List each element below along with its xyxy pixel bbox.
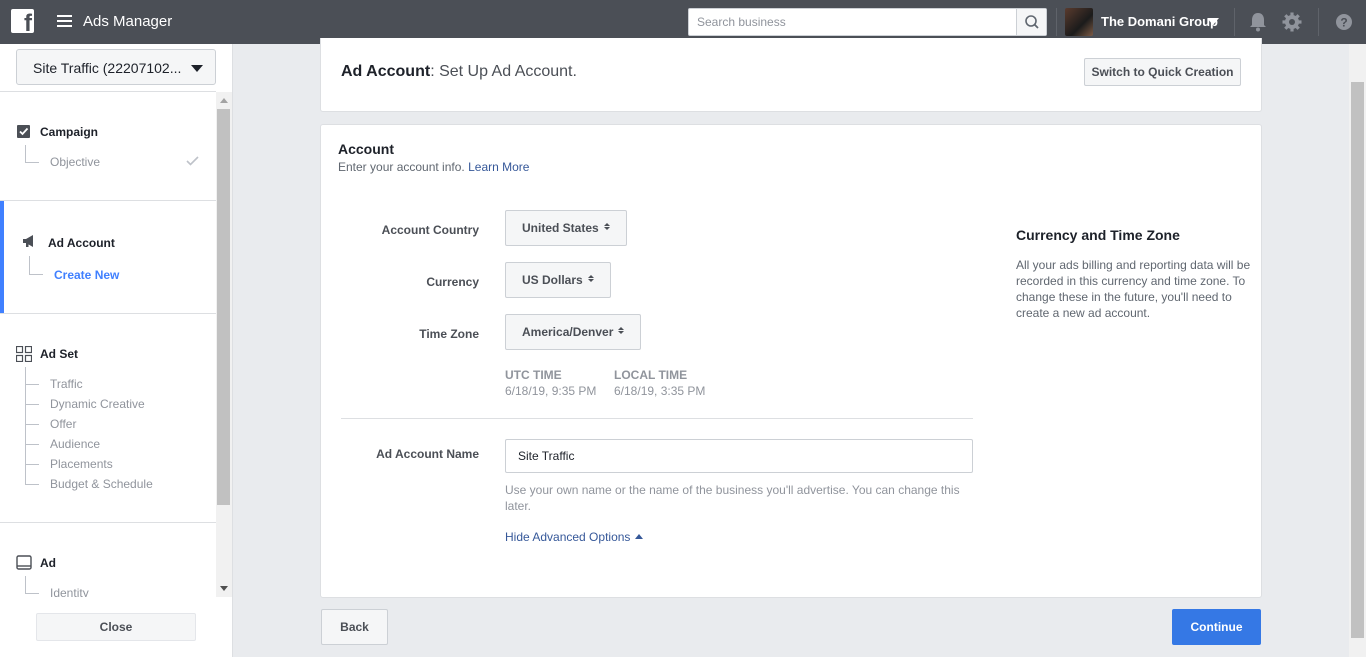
sidebar-item-placements[interactable]: Placements (50, 457, 113, 471)
gear-icon[interactable] (1281, 11, 1303, 33)
sidebar-section-campaign[interactable]: Campaign (40, 125, 98, 139)
business-avatar[interactable] (1065, 8, 1093, 36)
ad-account-name-input[interactable] (505, 439, 973, 473)
sidebar-item-create-new[interactable]: Create New (54, 268, 119, 282)
sidebar-divider (0, 522, 216, 523)
campaign-select[interactable]: Site Traffic (22207102... (16, 49, 216, 85)
active-indicator (0, 201, 4, 313)
account-country-label: Account Country (381, 223, 479, 237)
tree-line (25, 484, 39, 485)
topbar-divider (1056, 8, 1057, 36)
time-zone-select[interactable]: America/Denver (505, 314, 642, 350)
local-time-value: 6/18/19, 3:35 PM (614, 384, 706, 398)
checkmark-icon (186, 156, 199, 166)
sidebar: Site Traffic (22207102... Campaign Objec… (0, 44, 233, 657)
search-box (688, 8, 1047, 36)
notifications-bell-icon[interactable] (1247, 11, 1269, 33)
megaphone-icon (23, 235, 33, 247)
checkbox-icon (17, 125, 30, 138)
back-button[interactable]: Back (321, 609, 388, 645)
tree-line (25, 464, 39, 465)
learn-more-link[interactable]: Learn More (468, 160, 529, 174)
search-icon (1025, 15, 1039, 29)
continue-button[interactable]: Continue (1172, 609, 1261, 645)
tree-line (25, 404, 39, 405)
sidebar-section-ad-account[interactable]: Ad Account (48, 236, 115, 250)
sort-arrows-icon (587, 275, 594, 283)
section-title: Account (338, 141, 394, 157)
topbar-divider (1318, 8, 1319, 36)
tree-line (29, 274, 43, 275)
business-name[interactable]: The Domani Group (1101, 14, 1218, 29)
page-title: Ad Account: Set Up Ad Account. (341, 63, 577, 81)
search-button[interactable] (1016, 9, 1046, 35)
page-title-section: Ad Account (341, 63, 431, 80)
account-card: Account Enter your account info. Learn M… (320, 124, 1262, 598)
topbar-divider (1234, 8, 1235, 36)
info-title: Currency and Time Zone (1016, 227, 1180, 243)
section-subtitle: Enter your account info. Learn More (338, 160, 529, 174)
sidebar-section-ad[interactable]: Ad (40, 556, 56, 570)
hamburger-menu-icon[interactable] (57, 15, 72, 27)
sidebar-item-offer[interactable]: Offer (50, 417, 76, 431)
close-button[interactable]: Close (36, 613, 196, 641)
sidebar-section-ad-set[interactable]: Ad Set (40, 347, 78, 361)
page-scrollbar-thumb[interactable] (1351, 82, 1364, 638)
local-time-label: LOCAL TIME (614, 368, 688, 382)
tree-line (25, 444, 39, 445)
utc-time-value: 6/18/19, 9:35 PM (505, 384, 597, 398)
tree-line (25, 384, 39, 385)
sidebar-item-traffic[interactable]: Traffic (50, 377, 83, 391)
sidebar-item-identity[interactable]: Identity (50, 586, 89, 597)
facebook-logo-icon[interactable]: f (11, 9, 34, 36)
svg-text:?: ? (1340, 16, 1347, 30)
info-text: All your ads billing and reporting data … (1016, 258, 1251, 320)
page-title-description: : Set Up Ad Account. (430, 63, 577, 80)
utc-time-label: UTC TIME (505, 368, 562, 382)
sidebar-scrollbar-thumb[interactable] (217, 109, 230, 505)
account-country-value: United States (522, 221, 599, 235)
tree-line (25, 162, 39, 163)
header-card: Ad Account: Set Up Ad Account. Switch to… (320, 38, 1262, 112)
sidebar-item-audience[interactable]: Audience (50, 437, 100, 451)
sidebar-item-dynamic-creative[interactable]: Dynamic Creative (50, 397, 145, 411)
ad-account-name-label: Ad Account Name (376, 447, 479, 461)
switch-to-quick-creation-button[interactable]: Switch to Quick Creation (1084, 58, 1241, 86)
sidebar-item-budget-schedule[interactable]: Budget & Schedule (50, 477, 153, 491)
app-title[interactable]: Ads Manager (83, 13, 172, 30)
ad-account-name-help: Use your own name or the name of the bus… (505, 483, 960, 513)
section-subtitle-text: Enter your account info. (338, 160, 465, 174)
chevron-down-icon (191, 65, 203, 72)
time-zone-label: Time Zone (419, 327, 479, 341)
sidebar-nav: Campaign Objective Ad Account Create New… (0, 92, 216, 597)
tree-line (25, 576, 26, 593)
tree-line (25, 424, 39, 425)
currency-select[interactable]: US Dollars (505, 262, 611, 298)
tree-line (25, 145, 26, 162)
sort-arrows-icon (603, 223, 610, 231)
scroll-down-arrow-icon[interactable] (220, 586, 228, 591)
tree-line (29, 256, 30, 274)
currency-value: US Dollars (522, 273, 583, 287)
time-zone-value: America/Denver (522, 325, 614, 339)
hide-advanced-options-link[interactable]: Hide Advanced Options (505, 530, 644, 544)
campaign-select-value: Site Traffic (22207102... (33, 60, 182, 76)
help-icon[interactable]: ? (1333, 11, 1355, 33)
scroll-up-arrow-icon[interactable] (220, 98, 228, 103)
chevron-down-icon[interactable] (1207, 18, 1219, 25)
caret-up-icon (635, 534, 644, 539)
ad-frame-icon (16, 555, 32, 570)
section-divider (341, 418, 973, 419)
sidebar-item-objective[interactable]: Objective (50, 155, 100, 169)
sidebar-divider (0, 313, 216, 314)
hide-advanced-options-label: Hide Advanced Options (505, 530, 631, 544)
sidebar-divider (0, 200, 216, 201)
currency-label: Currency (426, 275, 479, 289)
account-country-select[interactable]: United States (505, 210, 627, 246)
tree-line (25, 593, 39, 594)
search-input[interactable] (689, 9, 1017, 35)
sort-arrows-icon (618, 327, 625, 335)
grid-icon (16, 346, 32, 362)
